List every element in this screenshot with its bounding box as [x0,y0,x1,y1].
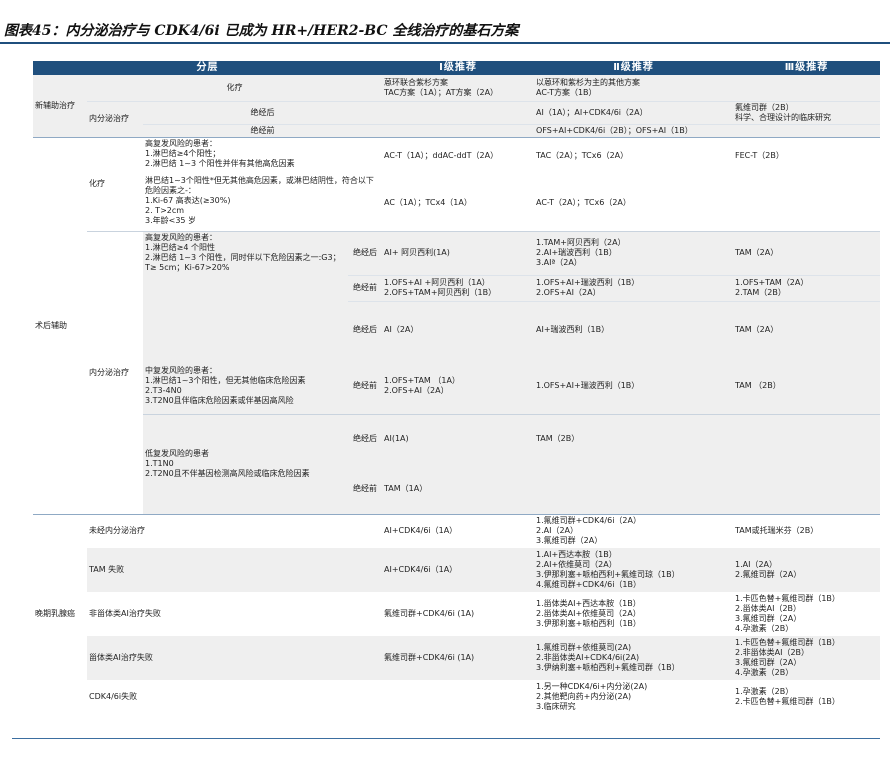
cell-level-iii [733,175,880,231]
row-sublabel: 绝经后 [348,413,382,464]
title-rule [0,42,890,44]
table-row: 新辅助治疗 化疗 蒽环联合紫杉方案 TAC方案（1A）；AT方案（2A） 以蒽环… [33,75,880,138]
row-label: 甾体类AI治疗失败 [87,636,382,680]
cell-level-i: AI(1A) [382,413,534,464]
table-row: 中复发风险的患者： 1.淋巴结1~3个阳性，但无其他临床危险因素 2.T3-4N… [33,358,880,414]
cell-level-iii: FEC-T（2B） [735,151,784,161]
table-row: 内分泌治疗 高复发风险的患者： 1.淋巴结≥4 个阳性 2.淋巴结 1~3 个阳… [33,230,880,515]
table-row: 术后辅助 化疗 高复发风险的患者： 1.淋巴结≥4个阳性； 2.淋巴结 1~3 … [33,137,880,515]
table-row: 绝经前 OFS+AI+CDK4/6i（2B）；OFS+AI（1B） [33,123,880,138]
cell-level-ii: 1.氟维司群+依维莫司(2A) 2.非甾体类AI+CDK4/6i(2A) 3.伊… [534,636,733,680]
section-neoadjuvant: 新辅助治疗 [33,75,87,138]
cell-level-iii: 1.孕激素（2B） 2.卡匹色替+氟维司群（1B） [735,687,840,706]
row-sublabel: 绝经后 [348,300,382,358]
table-row: 晚期乳腺癌 未经内分泌治疗 AI+CDK4/6i（1A） 1.氟维司群+CDK4… [33,514,880,618]
table-row: CDK4/6i失败 1.另一种CDK4/6i+内分泌(2A) 2.其他靶向药+内… [33,680,880,714]
row-description: 中复发风险的患者： 1.淋巴结1~3个阳性，但无其他临床危险因素 2.T3-4N… [143,358,348,414]
cell-level-ii: 1.另一种CDK4/6i+内分泌(2A) 2.其他靶向药+内分泌(2A) 3.临… [536,682,648,711]
cell-level-iii: 1.卡匹色替+氟维司群（1B） 2.非甾体类AI（2B） 3.氟维司群（2A） … [733,636,880,680]
row-description: 淋巴结1~3个阳性*但无其他高危因素，或淋巴结阴性，符合以下危险因素之-： 1.… [145,176,374,225]
cell-level-iii [733,464,880,515]
bottom-rule [12,738,880,739]
row-sublabel: 绝经前 [143,123,382,138]
row-description: 高复发风险的患者： 1.淋巴结≥4 个阳性 2.淋巴结 1~3 个阳性，同时伴以… [143,230,348,358]
cell-level-i [382,680,534,714]
cell-level-i: AI+CDK4/6i（1A） [382,548,534,592]
row-sublabel: 绝经后 [143,100,382,124]
cell-level-ii: AC-T（2A）；TCx6（2A） [536,197,631,207]
table-row: TAM 失败 AI+CDK4/6i（1A） 1.AI+西达本胺（1B） 2.AI… [33,548,880,592]
cell-level-ii: 1.OFS+AI+瑞波西利（1B） 2.OFS+AI（2A） [534,274,733,301]
row-label: TAM 失败 [87,548,382,592]
cell-level-ii: 1.TAM+阿贝西利（2A） 2.AI+瑞波西利（1B） 3.AIª（2A） [534,230,733,275]
row-label: 化疗 [87,75,382,101]
table-row: 甾体类AI治疗失败 氟维司群+CDK4/6i (1A) 1.氟维司群+依维莫司(… [33,636,880,680]
figure-title: 图表45：内分泌治疗与 CDK4/6i 已成为 HR+/HER2-BC 全线治疗… [4,23,519,39]
recommendation-table: 分层 Ⅰ级推荐 Ⅱ级推荐 Ⅲ级推荐 新辅助治疗 化疗 蒽环联合紫杉方案 TAC方… [33,61,880,714]
cell-level-ii: 1.氟维司群+CDK4/6i（2A） 2.AI（2A） 3.氟维司群（2A） [536,516,641,545]
cell-level-ii: OFS+AI+CDK4/6i（2B）；OFS+AI（1B） [534,123,733,138]
cell-level-i [382,123,534,138]
cell-level-iii: TAM（2A） [733,230,880,275]
cell-level-ii [534,464,733,515]
row-label: CDK4/6i失败 [89,692,138,701]
header-layer: 分层 [33,61,382,75]
row-label: 非甾体类AI治疗失败 [89,609,161,618]
cell-level-ii: 以蒽环和紫杉为主的其他方案 AC-T方案（1B） [534,75,733,101]
table-row: 非甾体类AI治疗失败 氟维司群+CDK4/6i (1A) 1.甾体类AI+西达本… [33,592,880,636]
cell-level-ii: TAM（2B） [534,413,733,464]
cell-level-ii: 1.AI+西达本胺（1B） 2.AI+依维莫司（2A） 3.伊那利塞+哌柏西利+… [534,548,733,592]
header-level-iii: Ⅲ级推荐 [733,61,880,75]
cell-level-ii: TAC（2A）；TCx6（2A） [536,151,629,161]
cell-level-ii: AI+瑞波西利（1B） [534,300,733,358]
cell-level-iii: 1.OFS+TAM（2A） 2.TAM（2B） [733,274,880,301]
cell-level-i: TAM（1A） [382,464,534,515]
row-description: 低复发风险的患者 1.T1N0 2.T2N0且不伴基因检测高风险或临床危险因素 [143,413,348,515]
cell-level-i [382,100,534,124]
cell-level-i: 氟维司群+CDK4/6i (1A) [384,609,475,618]
cell-level-ii: 1.甾体类AI+西达本胺（1B） 2.甾体类AI+依维莫司（2A） 3.伊那利塞… [536,599,641,628]
row-description: 高复发风险的患者： 1.淋巴结≥4个阳性； 2.淋巴结 1~3 个阳性并伴有其他… [145,138,295,168]
table-row: 内分泌治疗 绝经后 AI（1A）；AI+CDK4/6i（2A） 氟维司群（2B）… [33,100,880,138]
cell-level-i: AI+CDK4/6i（1A） [384,526,458,535]
row-sublabel: 绝经前 [348,358,382,414]
table-row: 淋巴结1~3个阳性*但无其他高危因素，或淋巴结阴性，符合以下危险因素之-： 1.… [33,175,880,231]
cell-level-iii: TAM（2A） [733,300,880,358]
row-label: 化疗 [89,179,105,188]
cell-level-i: AC（1A）；TCx4（1A） [384,197,472,207]
row-sublabel: 绝经前 [348,274,382,301]
row-sublabel: 绝经前 [348,464,382,515]
header-level-i: Ⅰ级推荐 [382,61,534,75]
cell-level-i: AI（2A） [382,300,534,358]
row-sublabel: 绝经后 [348,230,382,275]
table-header: 分层 Ⅰ级推荐 Ⅱ级推荐 Ⅲ级推荐 [33,61,880,75]
cell-level-i: 氟维司群+CDK4/6i (1A) [382,636,534,680]
cell-level-i: 蒽环联合紫杉方案 TAC方案（1A）；AT方案（2A） [382,75,534,101]
row-label: 未经内分泌治疗 [89,526,145,536]
section-advanced: 晚期乳腺癌 [35,609,75,619]
cell-level-iii: TAM （2B） [733,358,880,414]
cell-level-ii: 1.OFS+AI+瑞波西利（1B） [534,358,733,414]
cell-level-iii: 1.AI（2A） 2.氟维司群（2A） [733,548,880,592]
cell-level-iii: 氟维司群（2B） 科学、合理设计的临床研究 [733,100,880,124]
cell-level-iii: TAM或托瑞米芬（2B） [735,526,819,535]
cell-level-iii [733,413,880,464]
row-label: 内分泌治疗 [87,100,143,138]
cell-level-iii [733,75,880,101]
cell-level-i: 1.OFS+AI +阿贝西利（1A） 2.OFS+TAM+阿贝西利（1B） [382,274,534,301]
table-row: 低复发风险的患者 1.T1N0 2.T2N0且不伴基因检测高风险或临床危险因素 … [33,413,880,515]
cell-level-i: AC-T（1A）；ddAC-ddT（2A） [384,151,499,161]
cell-level-iii [733,123,880,138]
cell-level-ii: AI（1A）；AI+CDK4/6i（2A） [534,100,733,124]
cell-level-iii: 1.卡匹色替+氟维司群（1B） 2.甾体类AI（2B） 3.氟维司群（2A） 4… [735,594,840,633]
header-level-ii: Ⅱ级推荐 [534,61,733,75]
cell-level-i: 1.OFS+TAM （1A） 2.OFS+AI（2A） [382,358,534,414]
cell-level-i: AI+ 阿贝西利(1A) [382,230,534,275]
row-label: 内分泌治疗 [87,230,143,515]
section-adjuvant: 术后辅助 [33,137,87,515]
